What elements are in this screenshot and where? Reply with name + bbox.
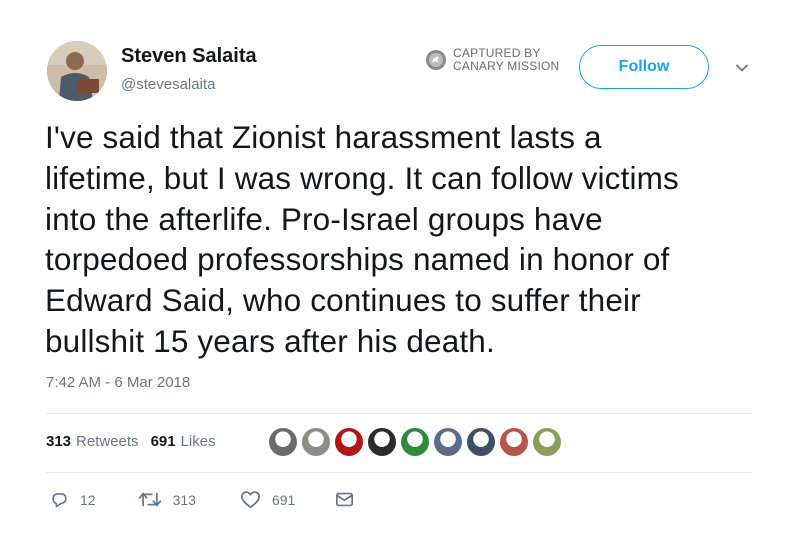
user-name[interactable]: Steven Salaita	[121, 45, 257, 68]
liker-avatar-9[interactable]	[531, 426, 563, 458]
divider-bottom	[46, 472, 752, 473]
reply-count: 12	[80, 491, 96, 508]
liker-avatar-3[interactable]	[333, 426, 365, 458]
canary-mission-logo-icon	[426, 50, 446, 70]
follow-button[interactable]: Follow	[579, 45, 709, 89]
retweets-count: 313	[46, 433, 72, 450]
likes-count: 691	[150, 433, 176, 450]
direct-message-button[interactable]	[335, 491, 354, 508]
likes-label: Likes	[180, 433, 216, 450]
tweet-line: I've said that Zionist harassment lasts …	[45, 119, 602, 155]
tweet-timestamp[interactable]: 7:42 AM - 6 Mar 2018	[46, 374, 190, 391]
liker-avatar-6[interactable]	[432, 426, 464, 458]
like-button[interactable]: 691	[240, 490, 295, 509]
liker-avatar-7[interactable]	[465, 426, 497, 458]
liker-avatar-2[interactable]	[300, 426, 332, 458]
retweets-stat[interactable]: 313 Retweets	[46, 433, 139, 450]
retweet-count: 313	[172, 491, 196, 508]
liker-avatar-8[interactable]	[498, 426, 530, 458]
user-handle[interactable]: @stevesalaita	[121, 76, 215, 93]
liker-avatar-4[interactable]	[366, 426, 398, 458]
retweet-button[interactable]: 313	[138, 490, 196, 509]
heart-icon	[240, 491, 260, 509]
chevron-down-icon[interactable]	[734, 60, 750, 76]
tweet-line: into the afterlife. Pro-Israel groups ha…	[45, 200, 603, 237]
tweet-line: Edward Said, who continues to suffer the…	[45, 282, 641, 319]
liker-avatars	[267, 426, 564, 458]
tweet-stats: 313 Retweets 691 Likes	[46, 433, 228, 450]
tweet-line: bullshit 15 years after his death.	[45, 322, 495, 359]
retweet-icon	[138, 492, 161, 507]
tweet-line: lifetime, but I was wrong. It can follow…	[45, 159, 679, 196]
reply-icon	[52, 493, 67, 508]
liker-avatar-1[interactable]	[267, 426, 299, 458]
user-avatar[interactable]	[47, 41, 107, 101]
envelope-icon	[336, 492, 354, 507]
liker-avatar-5[interactable]	[399, 426, 431, 458]
tweet-line: torpedoed professorships named in honor …	[45, 241, 670, 278]
retweets-label: Retweets	[76, 433, 139, 450]
tweet-text: I've said that Zionist harassment lasts …	[45, 117, 770, 362]
reply-button[interactable]: 12	[50, 490, 96, 509]
divider-top	[46, 413, 752, 414]
likes-stat[interactable]: 691 Likes	[151, 433, 216, 450]
captured-line-2: CANARY MISSION	[453, 59, 560, 73]
tweet-actions: 12 313 691	[50, 490, 354, 509]
captured-by-badge: CAPTURED BY CANARY MISSION	[425, 47, 559, 73]
like-count: 691	[271, 491, 296, 508]
